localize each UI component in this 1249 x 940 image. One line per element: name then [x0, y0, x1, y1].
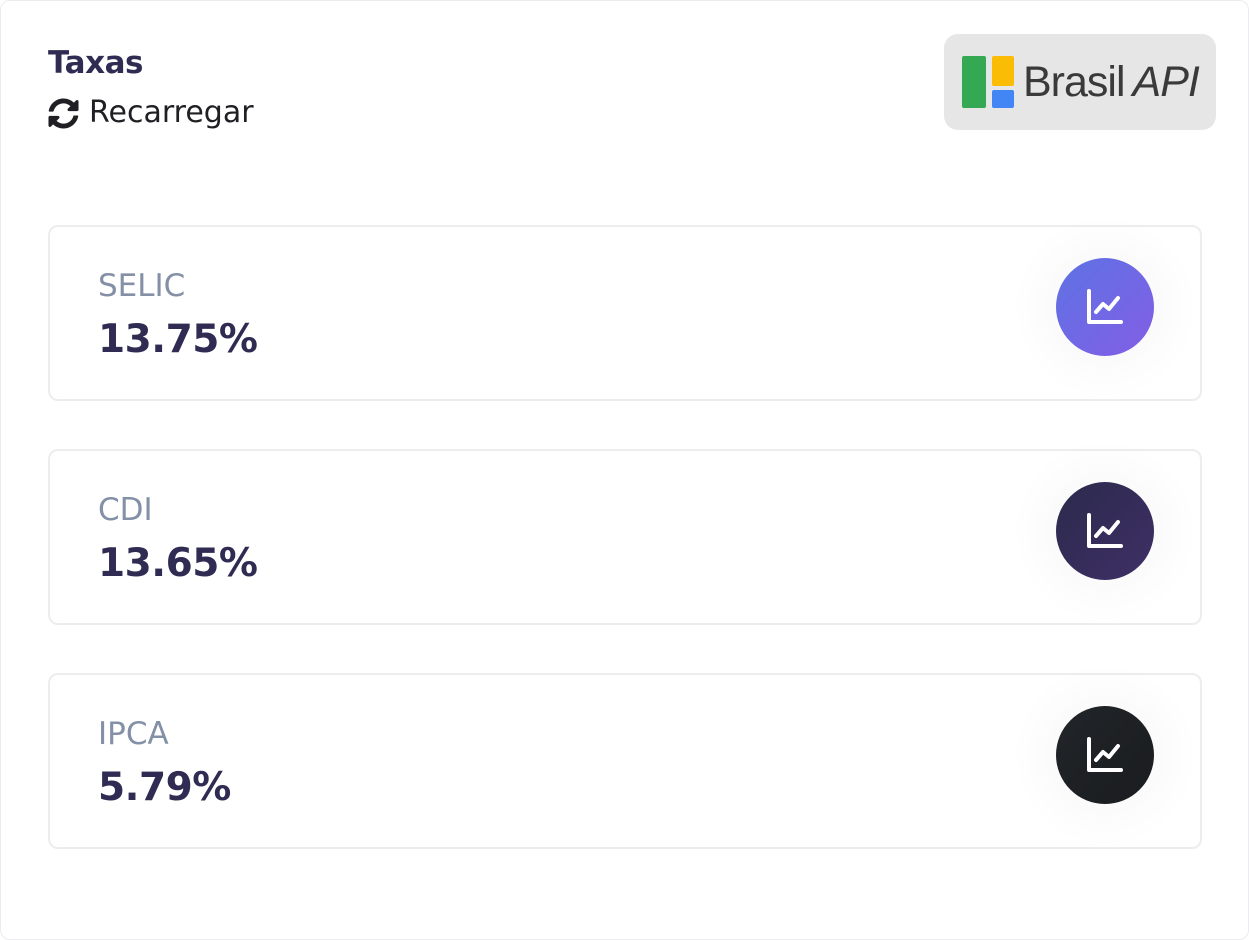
rate-card-cdi: CDI 13.65% [48, 449, 1202, 625]
rate-label: IPCA [98, 716, 169, 752]
rate-label: CDI [98, 492, 153, 528]
rate-label: SELIC [98, 268, 186, 304]
rate-icon-badge [1056, 258, 1154, 356]
rate-icon-badge [1056, 706, 1154, 804]
chart-line-icon [1087, 737, 1123, 772]
reload-button[interactable]: Recarregar [48, 93, 254, 133]
rate-card-selic: SELIC 13.75% [48, 225, 1202, 401]
brand-suffix: API [1132, 57, 1200, 106]
rate-value: 5.79% [98, 765, 231, 810]
brasil-api-logo: Brasil API [944, 34, 1216, 130]
rates-panel: Taxas Recarregar BrasilAPI SELIC 13.75% [0, 0, 1249, 940]
rate-value: 13.75% [98, 317, 258, 362]
header: Taxas Recarregar [48, 43, 254, 133]
chart-line-icon [1087, 289, 1123, 324]
refresh-icon [48, 97, 79, 129]
reload-label: Recarregar [89, 95, 254, 130]
brasil-api-logo-mark [962, 56, 1014, 108]
chart-line-icon [1087, 513, 1123, 548]
brand-name: Brasil [1023, 57, 1126, 106]
page-title: Taxas [48, 45, 143, 81]
rate-value: 13.65% [98, 541, 258, 586]
rate-card-ipca: IPCA 5.79% [48, 673, 1202, 849]
rate-icon-badge [1056, 482, 1154, 580]
brasil-api-wordmark: Brasil API [1023, 57, 1200, 107]
